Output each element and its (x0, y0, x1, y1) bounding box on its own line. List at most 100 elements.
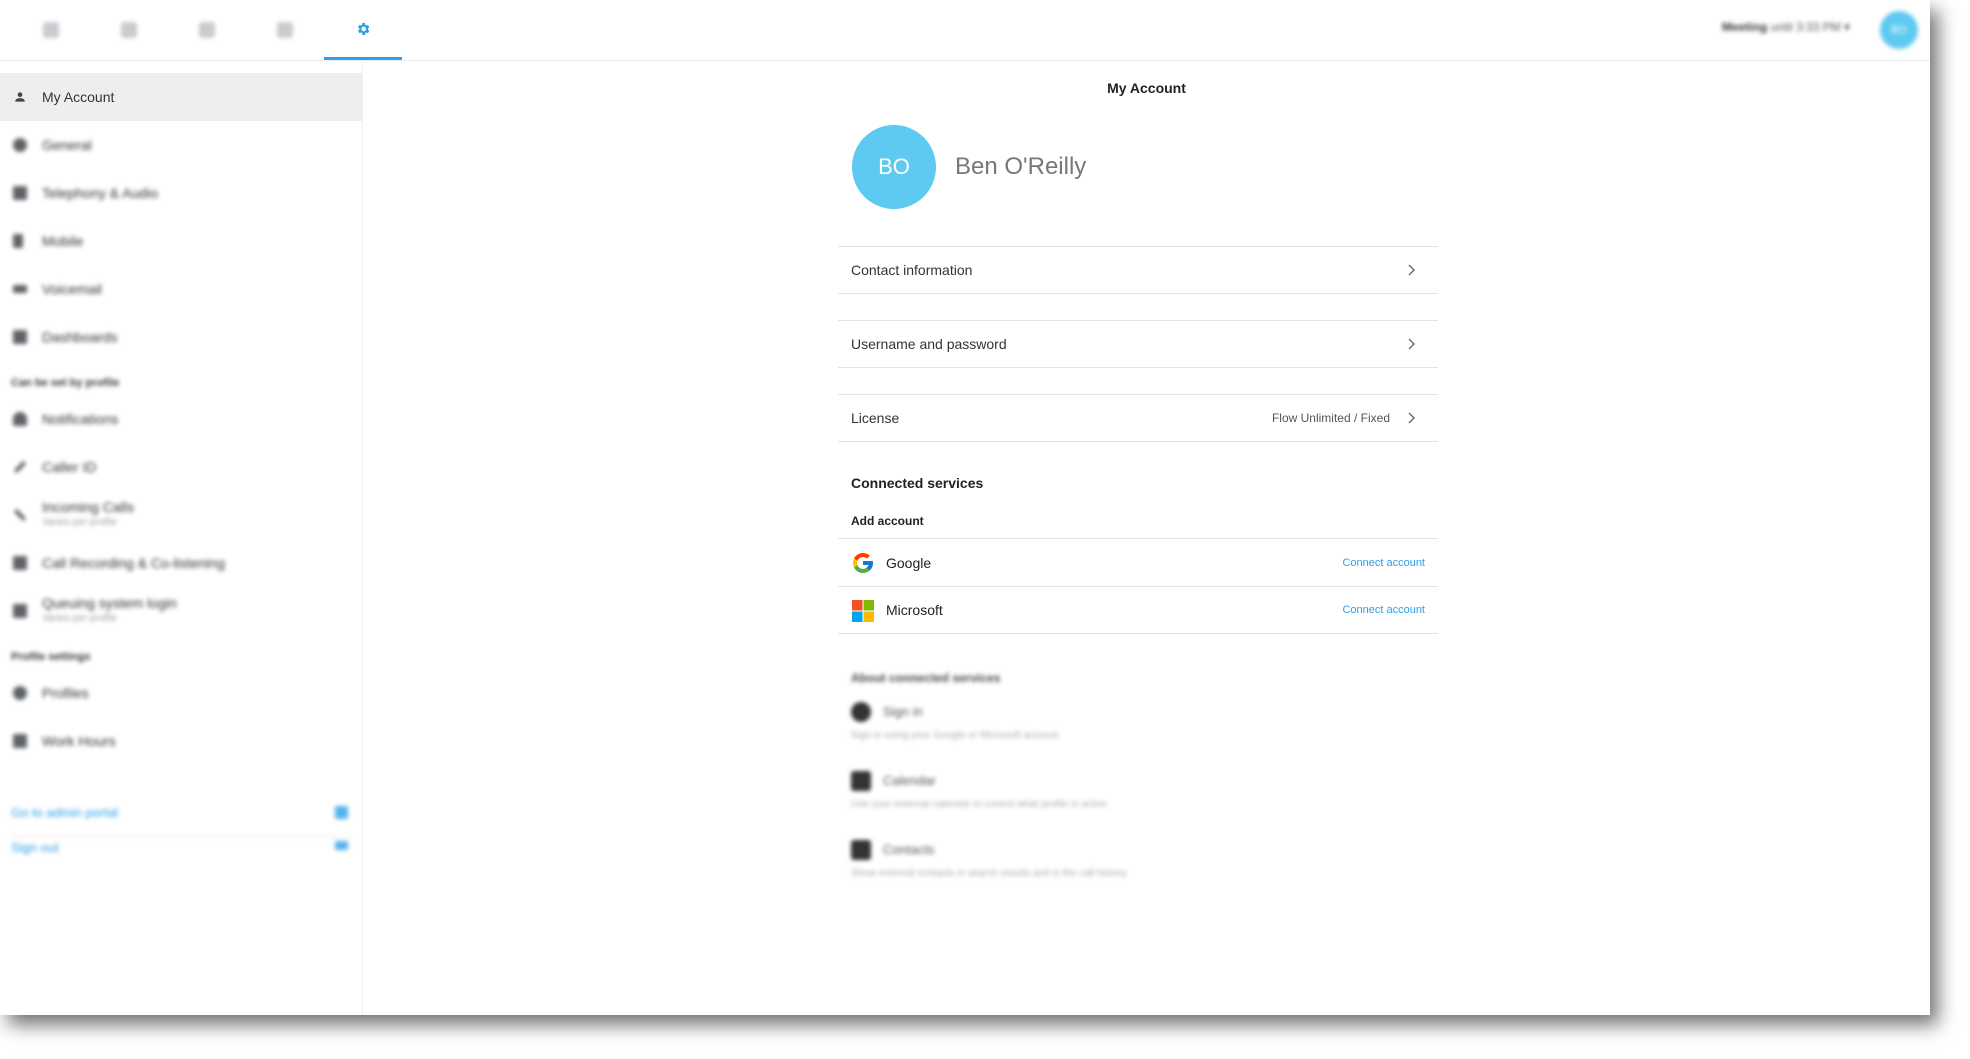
license-value: Flow Unlimited / Fixed (1271, 411, 1390, 425)
microsoft-service-row: Microsoft Connect account (838, 586, 1438, 634)
mobile-icon (13, 234, 23, 248)
sidebar-item-voicemail[interactable]: Voicemail (0, 265, 362, 313)
microsoft-logo-icon (852, 600, 874, 622)
page-title: My Account (1107, 80, 1186, 96)
service-label: Google (886, 554, 932, 571)
sidebar-item-label: General (42, 137, 92, 153)
sidebar-item-label: Telephony & Audio (42, 185, 158, 201)
connect-google-link[interactable]: Connect account (1342, 557, 1425, 569)
sidebar-section-heading: Can be set by profile (11, 377, 120, 389)
messages-icon (121, 22, 137, 38)
about-item-title: Contacts (883, 842, 935, 857)
sidebar-item-label: Incoming Calls (42, 499, 134, 515)
sidebar-divider (10, 836, 352, 837)
about-calendar: Calendar Use your external calendar to c… (851, 771, 1411, 821)
sidebar-item-incoming-calls[interactable]: Incoming Calls Varies per profile (0, 491, 362, 539)
chevron-right-icon (1408, 264, 1415, 276)
check-circle-icon (851, 702, 871, 722)
person-icon (15, 92, 25, 102)
main-content: My Account BO Ben O'Reilly Contact infor… (363, 61, 1930, 1015)
tab-history[interactable] (12, 0, 90, 60)
sidebar-item-label: Voicemail (42, 281, 102, 297)
avatar[interactable]: BO (852, 125, 936, 209)
presence-status[interactable]: Meeting until 3:33 PM ▾ (1722, 20, 1850, 34)
about-item-desc: Use your external calendar to control wh… (851, 799, 1108, 810)
connect-microsoft-link[interactable]: Connect account (1342, 604, 1425, 616)
sidebar-item-label: Caller ID (42, 459, 97, 475)
dashboard-icon (13, 330, 27, 344)
contacts-icon (199, 22, 215, 38)
connected-services-heading: Connected services (851, 475, 984, 491)
user-name: Ben O'Reilly (955, 153, 1087, 180)
contacts-book-icon (851, 840, 871, 860)
call-recording-icon (13, 556, 27, 570)
caller-id-icon (13, 460, 27, 474)
globe-icon (13, 138, 27, 152)
sidebar-item-sublabel: Varies per profile (42, 613, 117, 624)
sidebar-item-label: My Account (42, 89, 115, 105)
sign-out-icon[interactable] (335, 841, 348, 850)
about-connected-services-heading: About connected services (851, 671, 1001, 685)
tab-messages[interactable] (90, 0, 168, 60)
profiles-icon (13, 686, 27, 700)
voicemail-icon (13, 285, 27, 293)
app-window: Meeting until 3:33 PM ▾ BO My Account Ge… (0, 0, 1930, 1015)
sidebar-item-work-hours[interactable]: Work Hours (0, 717, 362, 765)
sidebar-item-notifications[interactable]: Notifications (0, 395, 362, 443)
contact-information-row[interactable]: Contact information (838, 246, 1438, 294)
about-sign-in: Sign in Sign in using your Google or Mic… (851, 702, 1411, 752)
row-label: Contact information (851, 262, 973, 278)
queue-icon (13, 604, 27, 618)
about-item-desc: Sign in using your Google or Microsoft a… (851, 730, 1059, 741)
service-label: Microsoft (886, 602, 943, 618)
settings-sidebar: My Account General Telephony & Audio Mob… (0, 61, 363, 1015)
incoming-call-icon (13, 508, 27, 522)
sidebar-item-label: Notifications (42, 411, 119, 427)
sidebar-item-label: Dashboards (42, 329, 118, 345)
google-logo-icon (853, 553, 873, 573)
google-service-row: Google Connect account (838, 538, 1438, 586)
gear-icon (358, 22, 370, 35)
tab-contacts[interactable] (168, 0, 246, 60)
sidebar-item-label: Queuing system login (42, 595, 177, 611)
chevron-right-icon (1408, 412, 1415, 424)
sidebar-item-caller-id[interactable]: Caller ID (0, 443, 362, 491)
sidebar-item-label: Call Recording & Co-listening (42, 555, 225, 571)
sidebar-item-my-account[interactable]: My Account (0, 73, 362, 121)
sidebar-item-label: Work Hours (42, 733, 116, 749)
sign-out-link[interactable]: Sign out (11, 840, 59, 855)
sidebar-item-label: Profiles (42, 685, 89, 701)
about-contacts: Contacts Show external contacts in searc… (851, 840, 1411, 890)
about-item-title: Sign in (883, 704, 923, 719)
external-link-icon[interactable] (335, 806, 348, 819)
sidebar-item-dashboards[interactable]: Dashboards (0, 313, 362, 361)
about-item-desc: Show external contacts in search results… (851, 868, 1127, 879)
phone-icon (13, 186, 27, 200)
user-avatar-small[interactable]: BO (1880, 11, 1918, 49)
calendar-icon (13, 734, 27, 748)
calendar-icon (851, 771, 871, 791)
row-label: Username and password (851, 336, 1007, 352)
add-account-heading: Add account (851, 514, 924, 528)
about-item-title: Calendar (883, 773, 936, 788)
sidebar-section-heading: Profile settings (11, 651, 91, 663)
tab-status[interactable] (246, 0, 324, 60)
username-password-row[interactable]: Username and password (838, 320, 1438, 368)
tab-settings[interactable] (324, 0, 402, 60)
sidebar-item-sublabel: Varies per profile (42, 517, 117, 528)
sidebar-item-telephony[interactable]: Telephony & Audio (0, 169, 362, 217)
sidebar-item-queuing[interactable]: Queuing system login Varies per profile (0, 587, 362, 635)
sidebar-item-mobile[interactable]: Mobile (0, 217, 362, 265)
status-icon (277, 22, 293, 38)
sidebar-item-label: Mobile (42, 233, 84, 249)
sidebar-item-general[interactable]: General (0, 121, 362, 169)
admin-portal-link[interactable]: Go to admin portal (11, 805, 118, 820)
bell-icon (13, 412, 27, 426)
license-row[interactable]: License Flow Unlimited / Fixed (838, 394, 1438, 442)
row-label: License (851, 410, 900, 426)
chevron-right-icon (1408, 338, 1415, 350)
sidebar-item-profiles[interactable]: Profiles (0, 669, 362, 717)
history-icon (43, 22, 59, 38)
sidebar-item-call-recording[interactable]: Call Recording & Co-listening (0, 539, 362, 587)
top-bar: Meeting until 3:33 PM ▾ BO (0, 0, 1930, 61)
